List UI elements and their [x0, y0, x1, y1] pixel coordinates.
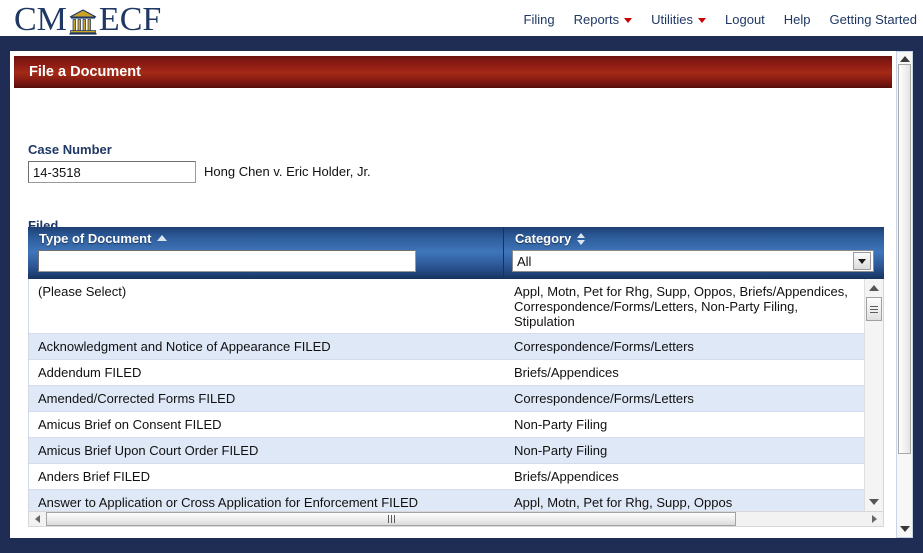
nav-item-utilities-label: Utilities: [651, 12, 694, 27]
grid-horizontal-scrollbar[interactable]: [28, 511, 884, 527]
cell-category: Appl, Motn, Pet for Rhg, Supp, Oppos: [514, 495, 733, 510]
cmecf-page: CM ECF Filing Reports Utilities Logout H…: [0, 0, 923, 553]
cell-category: Correspondence/Forms/Letters: [514, 391, 694, 406]
grid-column-category[interactable]: Category All: [504, 227, 884, 279]
grid-column-type-of-document[interactable]: Type of Document: [28, 227, 504, 279]
grid-header: Type of Document Category All: [28, 227, 884, 279]
column-header-type-label: Type of Document: [39, 231, 152, 246]
content-panel: File a Document Case Number Hong Chen v.…: [10, 51, 896, 538]
nav-item-filing-label: Filing: [523, 12, 555, 27]
sort-updown-icon: [577, 232, 586, 245]
table-row[interactable]: Anders Brief FILED Briefs/Appendices: [29, 464, 865, 490]
top-banner: CM ECF Filing Reports Utilities Logout H…: [0, 0, 923, 39]
scroll-up-arrow-icon[interactable]: [865, 280, 883, 296]
column-header-category[interactable]: Category: [515, 231, 586, 246]
cell-category: Briefs/Appendices: [514, 469, 619, 484]
table-row[interactable]: Amended/Corrected Forms FILED Correspond…: [29, 386, 865, 412]
scroll-right-arrow-icon[interactable]: [867, 512, 882, 526]
cell-type-of-document: Amicus Brief Upon Court Order FILED: [38, 443, 259, 458]
table-row[interactable]: Amicus Brief Upon Court Order FILED Non-…: [29, 438, 865, 464]
chevron-down-icon: [698, 18, 707, 23]
scroll-down-arrow-icon[interactable]: [865, 494, 883, 510]
main-navigation: Filing Reports Utilities Logout Help Get…: [524, 12, 917, 27]
cell-category: Non-Party Filing: [514, 443, 608, 458]
sort-ascending-icon: [157, 234, 168, 241]
cell-category: Correspondence/Forms/Letters: [514, 339, 694, 354]
frame-left: [0, 36, 10, 553]
nav-item-getting-started-label: Getting Started: [829, 12, 917, 27]
cell-category: Appl, Motn, Pet for Rhg, Supp, Oppos, Br…: [514, 284, 848, 329]
grid-body: (Please Select) Appl, Motn, Pet for Rhg,…: [28, 279, 884, 511]
cmecf-logo: CM ECF: [14, 1, 161, 39]
case-number-label: Case Number: [28, 142, 112, 157]
logo-ecf-text: ECF: [98, 1, 162, 38]
cell-type-of-document: Amicus Brief on Consent FILED: [38, 417, 222, 432]
chevron-down-icon[interactable]: [853, 252, 871, 270]
nav-item-utilities[interactable]: Utilities: [651, 12, 707, 27]
grid-rows: (Please Select) Appl, Motn, Pet for Rhg,…: [29, 279, 865, 511]
nav-item-help[interactable]: Help: [784, 12, 811, 27]
cell-category: Non-Party Filing: [514, 417, 608, 432]
page-scroll-down-arrow-icon[interactable]: [897, 522, 912, 535]
courthouse-icon: [68, 7, 98, 37]
column-header-category-label: Category: [515, 231, 572, 246]
horizontal-scroll-thumb[interactable]: [46, 512, 736, 526]
nav-item-reports-label: Reports: [573, 12, 620, 27]
case-number-input[interactable]: [28, 161, 196, 183]
cell-type-of-document: Addendum FILED: [38, 365, 142, 380]
nav-item-logout-label: Logout: [725, 12, 765, 27]
case-title-text: Hong Chen v. Eric Holder, Jr.: [204, 164, 371, 179]
cell-type-of-document: Answer to Application or Cross Applicati…: [38, 495, 419, 510]
column-header-type-of-document[interactable]: Type of Document: [39, 231, 168, 246]
document-type-grid: Type of Document Category All (Please Se…: [28, 227, 884, 527]
grid-vertical-scrollbar[interactable]: [864, 279, 883, 511]
table-row[interactable]: (Please Select) Appl, Motn, Pet for Rhg,…: [29, 279, 865, 334]
nav-item-reports[interactable]: Reports: [574, 12, 633, 27]
frame-bottom: [0, 538, 923, 553]
logo-cm-text: CM: [14, 1, 67, 38]
cell-type-of-document: Acknowledgment and Notice of Appearance …: [38, 339, 331, 354]
nav-item-getting-started[interactable]: Getting Started: [830, 12, 917, 27]
chevron-down-icon: [624, 18, 633, 23]
table-row[interactable]: Amicus Brief on Consent FILED Non-Party …: [29, 412, 865, 438]
category-select-value: All: [517, 253, 532, 269]
nav-item-help-label: Help: [783, 12, 811, 27]
cell-category: Briefs/Appendices: [514, 365, 619, 380]
nav-item-filing[interactable]: Filing: [524, 12, 555, 27]
nav-item-logout[interactable]: Logout: [725, 12, 765, 27]
table-row[interactable]: Answer to Application or Cross Applicati…: [29, 490, 865, 511]
cell-type-of-document: Amended/Corrected Forms FILED: [38, 391, 236, 406]
type-of-document-filter-input[interactable]: [38, 250, 416, 272]
scroll-left-arrow-icon[interactable]: [30, 512, 45, 526]
category-select[interactable]: All: [512, 250, 874, 272]
table-row[interactable]: Acknowledgment and Notice of Appearance …: [29, 334, 865, 360]
page-title-text: File a Document: [29, 64, 141, 80]
page-scroll-thumb[interactable]: [898, 64, 911, 454]
page-title: File a Document: [14, 56, 892, 88]
cell-type-of-document: Anders Brief FILED: [38, 469, 150, 484]
page-vertical-scrollbar[interactable]: [896, 51, 913, 538]
table-row[interactable]: Addendum FILED Briefs/Appendices: [29, 360, 865, 386]
vertical-scroll-thumb[interactable]: [866, 297, 882, 321]
cell-type-of-document: (Please Select): [38, 284, 127, 299]
frame-top: [0, 36, 923, 51]
